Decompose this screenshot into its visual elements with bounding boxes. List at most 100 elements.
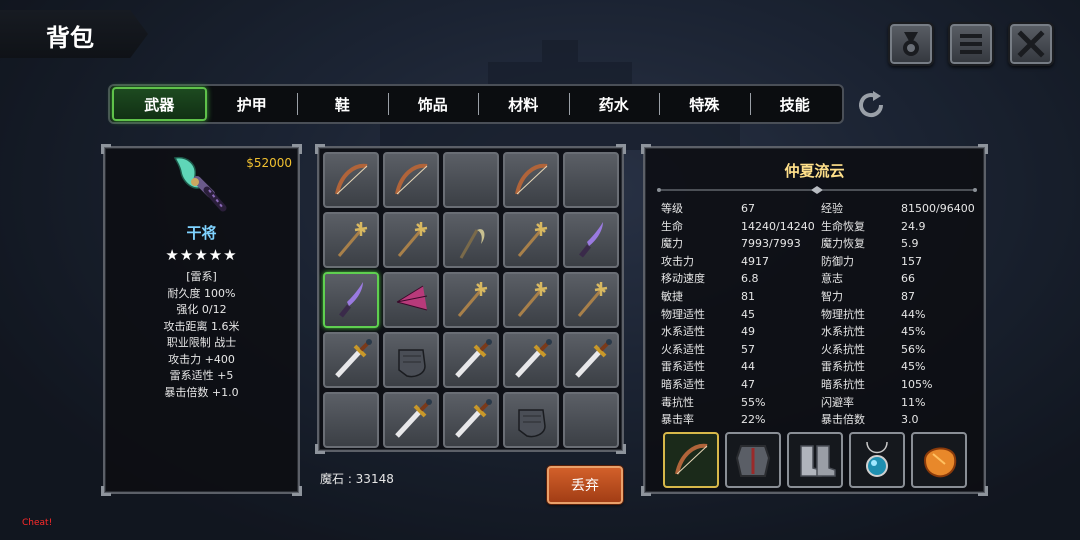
stat-label: 雷系抗性 bbox=[821, 360, 865, 374]
inventory-slot[interactable] bbox=[563, 212, 619, 268]
inventory-slot-empty[interactable] bbox=[323, 392, 379, 448]
stat-value: 157 bbox=[901, 254, 922, 268]
equipment-slot[interactable] bbox=[849, 432, 905, 488]
tab-accessories[interactable]: 饰品 bbox=[387, 87, 479, 121]
inventory-slot[interactable] bbox=[563, 332, 619, 388]
staff-icon bbox=[397, 222, 428, 257]
character-panel: 仲夏流云 等级 67 经验 81500/96400 生命 14240/14240 生命恢复 2… bbox=[641, 144, 988, 496]
stat-label: 火系适性 bbox=[661, 342, 705, 356]
bow-icon bbox=[395, 163, 428, 195]
tab-special[interactable]: 特殊 bbox=[659, 87, 750, 121]
item-attribute: 耐久度 100% bbox=[167, 286, 236, 300]
staff-icon bbox=[337, 222, 368, 257]
item-attribute: 职业限制 战士 bbox=[166, 336, 237, 349]
inventory-slot[interactable] bbox=[383, 152, 439, 208]
stat-label: 防御力 bbox=[821, 254, 854, 268]
inventory-slot-empty[interactable] bbox=[563, 152, 619, 208]
staff-icon bbox=[517, 282, 548, 317]
magic-stone-count: 魔石 : 33148 bbox=[320, 472, 394, 486]
inventory-slot[interactable] bbox=[323, 212, 379, 268]
staff-icon bbox=[457, 282, 488, 317]
refresh-button[interactable] bbox=[852, 86, 890, 124]
stat-value: 45% bbox=[901, 325, 926, 339]
bow-icon bbox=[675, 443, 708, 475]
item-attribute: 强化 0/12 bbox=[176, 303, 227, 316]
character-stats: 等级 67 经验 81500/96400 生命 14240/14240 生命恢复 24.9 魔力… bbox=[661, 200, 981, 429]
tab-materials[interactable]: 材料 bbox=[478, 87, 569, 121]
stat-label: 水系抗性 bbox=[821, 325, 865, 339]
stat-label: 魔力 bbox=[661, 237, 683, 251]
tab-weapons[interactable]: 武器 bbox=[112, 87, 207, 121]
inventory-slot[interactable] bbox=[503, 272, 559, 328]
stat-label: 物理适性 bbox=[661, 307, 705, 321]
stat-value: 81500/96400 bbox=[901, 202, 975, 215]
tab-shoes[interactable]: 鞋 bbox=[297, 87, 388, 121]
stat-value: 5.9 bbox=[901, 237, 919, 251]
cheat-button[interactable]: Cheat! bbox=[22, 518, 52, 528]
inventory-slot[interactable] bbox=[383, 272, 439, 328]
tab-skills[interactable]: 技能 bbox=[749, 87, 841, 121]
stat-value: 56% bbox=[901, 342, 926, 356]
equipment-slot[interactable] bbox=[911, 432, 967, 488]
inventory-panel bbox=[315, 144, 626, 454]
sword-icon bbox=[335, 339, 372, 378]
stat-value: 22% bbox=[741, 413, 766, 427]
inventory-slot[interactable] bbox=[323, 152, 379, 208]
inventory-slot[interactable] bbox=[323, 272, 379, 328]
stat-label: 雷系适性 bbox=[661, 360, 705, 374]
stat-value: 66 bbox=[901, 272, 915, 286]
stat-value: 105% bbox=[901, 377, 933, 391]
stat-value: 14240/14240 bbox=[741, 219, 815, 233]
stat-label: 物理抗性 bbox=[821, 307, 865, 321]
inventory-slot[interactable] bbox=[383, 332, 439, 388]
inventory-grid bbox=[323, 152, 619, 448]
equipment-slot[interactable] bbox=[663, 432, 719, 488]
equipment-slot[interactable] bbox=[725, 432, 781, 488]
stat-value: 47 bbox=[741, 377, 755, 391]
item-attribute: 攻击距离 1.6米 bbox=[163, 319, 240, 333]
stat-label: 水系适性 bbox=[661, 325, 705, 339]
stat-label: 智力 bbox=[821, 289, 843, 303]
menu-icon bbox=[960, 34, 982, 54]
inventory-slot-empty[interactable] bbox=[443, 152, 499, 208]
item-detail-panel: $52000 干将 ★★★★★ [雷系] 耐久度 100% 强化 0/12 攻击… bbox=[101, 144, 302, 496]
stat-label: 等级 bbox=[661, 202, 683, 215]
inventory-slot[interactable] bbox=[563, 272, 619, 328]
tab-potions[interactable]: 药水 bbox=[568, 87, 660, 121]
stat-value: 45 bbox=[741, 307, 755, 321]
sword-icon bbox=[575, 339, 612, 378]
inventory-slot[interactable] bbox=[443, 272, 499, 328]
inventory-slot[interactable] bbox=[443, 392, 499, 448]
stat-value: 7993/7993 bbox=[741, 237, 801, 251]
stat-label: 魔力恢复 bbox=[821, 237, 865, 251]
stat-label: 火系抗性 bbox=[821, 342, 865, 356]
inventory-slot[interactable] bbox=[323, 332, 379, 388]
inventory-slot[interactable] bbox=[443, 212, 499, 268]
inventory-slot[interactable] bbox=[443, 332, 499, 388]
tab-armor[interactable]: 护甲 bbox=[207, 87, 298, 121]
item-attribute: 暴击倍数 +1.0 bbox=[164, 385, 239, 399]
stat-value: 81 bbox=[741, 289, 755, 303]
medal-button[interactable] bbox=[888, 22, 934, 66]
close-button[interactable] bbox=[1008, 22, 1054, 66]
gauntlet-icon bbox=[398, 349, 426, 378]
dagger-icon bbox=[579, 222, 603, 258]
staff-icon bbox=[517, 222, 548, 257]
stat-value: 44% bbox=[901, 307, 926, 321]
inventory-slot[interactable] bbox=[503, 212, 559, 268]
menu-button[interactable] bbox=[948, 22, 994, 66]
stat-label: 意志 bbox=[821, 272, 843, 286]
inventory-slot-empty[interactable] bbox=[563, 392, 619, 448]
discard-button[interactable]: 丢弃 bbox=[547, 466, 623, 504]
stat-label: 暗系适性 bbox=[661, 377, 705, 391]
inventory-slot[interactable] bbox=[503, 152, 559, 208]
inventory-slot[interactable] bbox=[503, 392, 559, 448]
boots-icon bbox=[800, 445, 836, 477]
inventory-slot[interactable] bbox=[383, 392, 439, 448]
item-rating-stars: ★★★★★ bbox=[165, 246, 238, 264]
inventory-slot[interactable] bbox=[383, 212, 439, 268]
equipment-slot[interactable] bbox=[787, 432, 843, 488]
item-attribute: 雷系适性 +5 bbox=[169, 369, 234, 382]
stat-label: 闪避率 bbox=[821, 395, 854, 409]
inventory-slot[interactable] bbox=[503, 332, 559, 388]
